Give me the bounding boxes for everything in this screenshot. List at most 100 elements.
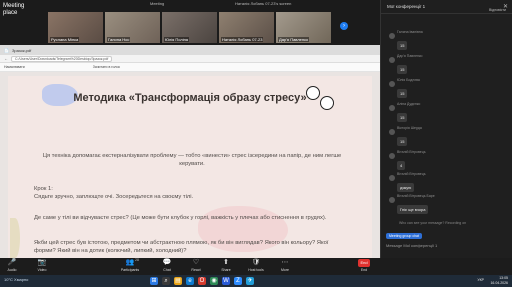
faces-illustration-icon — [304, 84, 338, 112]
chat-message: Вікторія Шерда 15 — [389, 126, 422, 148]
participant-name: Галина Нос — [107, 37, 131, 42]
pdf-viewport: Методика «Трансформація образу стресу» Ц… — [0, 72, 380, 258]
zoom-icon[interactable]: Z — [234, 277, 242, 285]
weather-widget[interactable]: 10°C Хмарно — [4, 277, 28, 282]
pdf-toolbar: Намалювати Зачитати в голос — [0, 63, 380, 72]
search-icon[interactable]: ⌕ — [162, 277, 170, 285]
participant-name: Дар'я Павленко — [278, 37, 310, 42]
chat-icon: 💬 — [162, 259, 172, 266]
avatar — [389, 175, 395, 181]
message-text: Гніє ще вчора — [397, 205, 429, 214]
step-text: Сядьте зручно, заплющте очі. Зосередьтес… — [34, 194, 194, 200]
message-text: 15 — [397, 65, 408, 74]
edge-icon[interactable]: e — [186, 277, 194, 285]
address-bar: ← C:/Users/User/Downloads/Telegram%20Des… — [0, 55, 380, 63]
chrome-icon[interactable]: ◉ — [210, 277, 218, 285]
read-aloud-tool[interactable]: Зачитати в голос — [93, 65, 120, 69]
chat-title: Мої конференції 1 — [387, 4, 426, 9]
avatar — [389, 129, 395, 135]
share-button[interactable]: ⬆ Share — [218, 259, 234, 272]
participant-tile[interactable]: Дар'я Павленко — [276, 12, 331, 43]
chat-message: Віталій Вітровець Баре Гніє ще вчора — [389, 194, 435, 216]
chat-message: Віталій Вітровець дякую — [389, 172, 426, 194]
chat-label: Chat — [163, 268, 171, 272]
question-2: Якби цей стрес був істотою, предметом чи… — [34, 240, 329, 254]
step-label: Крок 1: — [34, 186, 53, 192]
participant-tile[interactable]: Юлія Поліна — [162, 12, 217, 43]
brand-line1: Meeting — [3, 3, 25, 9]
chat-visibility-note: Who can see your message? Recording on — [399, 221, 467, 225]
camera-icon: 📷 — [37, 259, 47, 266]
participant-tile[interactable]: Наталія Лобань 07-23 — [219, 12, 274, 43]
message-author: Галина Іванівна — [397, 30, 423, 34]
chat-input[interactable]: Message Мої конференції 1 — [386, 241, 508, 251]
participant-tile[interactable]: Галина Нос — [105, 12, 160, 43]
more-label: More — [281, 268, 289, 272]
zoom-app: Meeting place Meeting Наталія Лобань 07-… — [0, 0, 512, 287]
message-author: Юлія Бодлєва — [397, 78, 420, 82]
message-text: 15 — [397, 41, 408, 50]
participant-tiles: Руслана Мінка Галина Нос Юлія Поліна Нат… — [48, 12, 331, 43]
more-icon: ⋯ — [281, 259, 289, 266]
back-icon[interactable]: ← — [4, 56, 8, 61]
address-text[interactable]: C:/Users/User/Downloads/Telegram%20Deskt… — [11, 55, 113, 62]
audio-button[interactable]: 🎤 Audio — [4, 259, 20, 272]
avatar — [389, 105, 395, 111]
react-label: React — [191, 268, 201, 272]
chat-message: Аліна Дудєнко 15 — [389, 102, 420, 124]
start-icon[interactable]: ⊞ — [150, 277, 158, 285]
language-indicator[interactable]: УКР — [477, 278, 484, 282]
pdf-page: Методика «Трансформація образу стресу» Ц… — [8, 76, 372, 258]
lead-paragraph: Ця техніка допомагає екстерналізувати пр… — [42, 153, 342, 167]
host-tools-button[interactable]: 🛡 Host tools — [244, 259, 268, 272]
message-text: 15 — [397, 89, 408, 98]
video-label: Video — [37, 268, 47, 272]
react-button[interactable]: ♡ React — [188, 259, 204, 272]
window-titlebar: 📄 Зразок.pdf — [0, 45, 380, 55]
chat-message: Галина Іванівна 15 — [389, 30, 423, 52]
meeting-title: Meeting — [150, 1, 165, 6]
draw-tool[interactable]: Намалювати — [4, 65, 25, 69]
message-author: Дар'я Павленко — [397, 54, 423, 58]
avatar — [389, 153, 395, 159]
window-title: Зразок.pdf — [11, 47, 32, 53]
end-button[interactable]: End End — [356, 259, 372, 272]
share-label: Share — [221, 268, 231, 272]
meeting-controls: 🎤 Audio 📷 Video 👥 Participants 28 💬 Chat ♡ Re… — [0, 258, 380, 275]
message-text: 15 — [397, 113, 408, 122]
message-text: 15 — [397, 137, 408, 146]
chat-recipient-dropdown[interactable]: Meeting group chat — [386, 233, 422, 239]
clock-date: 16.04.2026 — [490, 281, 508, 285]
chat-message: Юлія Бодлєва 15 — [389, 78, 420, 100]
brand: Meeting place — [3, 3, 24, 17]
participants-count: 28 — [135, 258, 139, 262]
chat-panel: Мої конференції 1 ✕ Відповісти Галина Ів… — [380, 0, 512, 258]
message-author: Віталій Вітровець — [397, 172, 426, 176]
host-tools-label: Host tools — [248, 268, 264, 272]
decorative-blob — [10, 218, 20, 258]
next-page-icon[interactable]: › — [340, 22, 348, 30]
chat-message: Віталій Вітровець 4 — [389, 150, 426, 172]
chat-button[interactable]: 💬 Chat — [160, 259, 174, 272]
clock[interactable]: 13:05 16.04.2026 — [490, 276, 508, 286]
folder-icon[interactable]: ▤ — [174, 277, 182, 285]
word-icon[interactable]: W — [222, 277, 230, 285]
end-icon: End — [358, 259, 370, 267]
taskbar-apps: ⊞ ⌕ ▤ e O ◉ W Z ✈ — [150, 277, 254, 285]
avatar — [389, 81, 395, 87]
opera-icon[interactable]: O — [198, 277, 206, 285]
telegram-icon[interactable]: ✈ — [246, 277, 254, 285]
chat-header: Мої конференції 1 ✕ Відповісти — [381, 0, 512, 14]
chat-subtitle[interactable]: Відповісти — [489, 8, 506, 12]
participant-tile[interactable]: Руслана Мінка — [48, 12, 103, 43]
avatar — [389, 57, 395, 63]
more-button[interactable]: ⋯ More — [278, 259, 292, 272]
message-text: дякую — [397, 183, 415, 192]
message-text: 4 — [397, 161, 406, 170]
brand-line2: place — [3, 10, 18, 16]
video-button[interactable]: 📷 Video — [34, 259, 50, 272]
avatar — [389, 197, 395, 203]
shield-icon: 🛡 — [251, 259, 261, 266]
avatar — [389, 33, 395, 39]
microphone-icon: 🎤 — [7, 259, 17, 266]
